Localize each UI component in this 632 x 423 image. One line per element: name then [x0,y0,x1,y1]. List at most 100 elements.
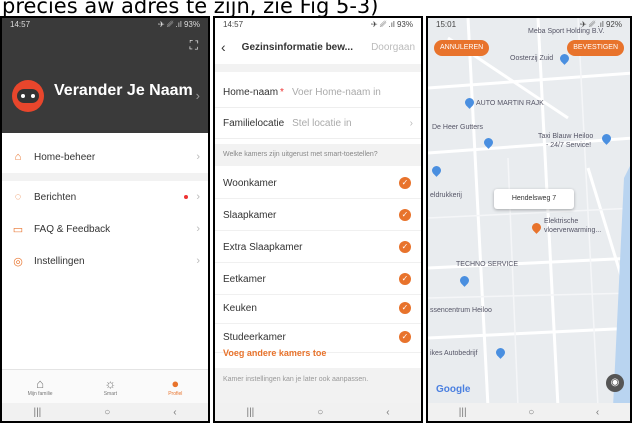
profile-tab-icon: ● [171,376,180,391]
chevron-right-icon[interactable]: › [196,88,200,103]
map-roads [428,18,630,407]
message-icon: ◌ [14,191,22,203]
room-label: Extra Slaapkamer [223,241,303,253]
faq-icon: ▭ [12,223,24,236]
robot-face-icon [17,89,39,103]
menu-item-instellingen[interactable]: ◎ Instellingen › [2,245,208,277]
map-label-taxi-service: - 24/7 Service! [546,142,592,149]
location-field[interactable]: Familielocatie Stel locatie in › [215,109,421,139]
room-item-keuken[interactable]: Keuken ✓ [215,293,421,324]
check-icon[interactable]: ✓ [399,241,411,253]
tab-profiel[interactable]: ● Profiel [168,376,182,397]
map-label-oosterzij: Oosterzij Zuid [510,55,554,62]
home-name-label: Home-naam [223,87,279,98]
my-location-icon[interactable]: ◉ [606,374,624,392]
top-bar: ‹ Gezinsinformatie bew... Doorgaan [215,32,421,62]
menu-item-label: Berichten [34,191,77,203]
notification-dot [184,195,188,199]
continue-button[interactable]: Doorgaan [371,42,415,53]
menu-group-2: ◌ Berichten › ▭ FAQ & Feedback › ◎ Inste… [2,181,208,277]
chevron-right-icon: › [196,223,200,235]
rooms-prompt: Welke kamers zijn uitgerust met smart-to… [215,144,421,166]
menu-item-label: Home-beheer [34,151,96,163]
room-item-slaapkamer[interactable]: Slaapkamer ✓ [215,200,421,231]
home-button-icon[interactable]: ○ [317,407,323,418]
chevron-right-icon: › [196,255,200,267]
divider [215,64,421,72]
location-input[interactable]: Stel locatie in [292,118,351,129]
home-button-icon[interactable]: ○ [104,407,110,418]
map-label-de-heer: De Heer Gutters [432,124,483,131]
tab-smart[interactable]: ☼ Smart [104,376,117,397]
status-time: 14:57 [223,20,244,29]
room-item-extra-slaapkamer[interactable]: Extra Slaapkamer ✓ [215,232,421,263]
map-label-autobedrijf: ikes Autobedrijf [430,350,478,357]
status-icons: ✈ ␥ .ıl 93% [370,20,413,29]
home-name-field[interactable]: Home-naam * Voer Home-naam in [215,78,421,108]
home-tab-icon: ⌂ [36,376,44,391]
status-time: 15:01 [436,20,457,29]
back-icon[interactable]: ‹ [173,407,176,418]
google-logo: Google [436,384,471,395]
map-screen: 15:01 ✈ ␥ .ıl 92% ANNULEREN BEVESTIGEN M… [426,16,632,423]
check-icon[interactable]: ✓ [399,273,411,285]
map-label-meba: Meba Sport Holding B.V. [528,28,605,35]
android-nav-bar: ||| ○ ‹ [428,403,630,421]
room-label: Woonkamer [223,177,277,189]
map-label-vloerverwarming: vloerverwarming... [544,227,602,234]
home-info-screen: 14:57 ✈ ␥ .ıl 93% ‹ Gezinsinformatie bew… [213,16,423,423]
map-label-taxi: Taxi Blauw Heiloo [538,133,594,140]
map-view[interactable]: 15:01 ✈ ␥ .ıl 92% ANNULEREN BEVESTIGEN M… [428,18,630,407]
user-name[interactable]: Verander Je Naam [54,82,193,100]
bottom-tab-bar: ⌂ Mijn familie ☼ Smart ● Profiel [2,369,208,403]
add-rooms-link[interactable]: Voeg andere kamers toe [223,348,326,358]
status-icons: ✈ ␥ .ıl 93% [157,20,200,29]
tab-mijn-familie[interactable]: ⌂ Mijn familie [28,376,53,397]
android-nav-bar: ||| ○ ‹ [2,403,208,421]
menu-group-1: ⌂ Home-beheer › [2,141,208,173]
profile-header: 14:57 ✈ ␥ .ıl 93% ⛶ Verander Je Naam › [2,18,208,133]
tab-label: Profiel [168,391,183,397]
home-name-input[interactable]: Voer Home-naam in [292,87,381,98]
confirm-button[interactable]: BEVESTIGEN [567,40,624,56]
recents-icon[interactable]: ||| [459,407,467,418]
android-nav-bar: ||| ○ ‹ [215,403,421,421]
menu-item-label: Instellingen [34,255,85,267]
status-bar: 14:57 ✈ ␥ .ıl 93% [215,18,421,32]
settings-icon: ◎ [13,255,23,268]
room-label: Studeerkamer [223,331,286,343]
check-icon[interactable]: ✓ [399,209,411,221]
location-label: Familielocatie [223,118,285,129]
map-label-auto-martin: AUTO MARTIN RAJK [476,100,544,107]
map-label-drukkerij: eldrukkerij [430,192,462,199]
recents-icon[interactable]: ||| [246,407,254,418]
cancel-button[interactable]: ANNULEREN [434,40,490,56]
back-icon[interactable]: ‹ [386,407,389,418]
divider [2,173,208,181]
check-icon[interactable]: ✓ [399,331,411,343]
address-callout[interactable]: Hendelsweg 7 [494,189,574,209]
home-icon: ⌂ [14,151,22,163]
home-button-icon[interactable]: ○ [528,407,534,418]
menu-item-berichten[interactable]: ◌ Berichten › [2,181,208,213]
back-arrow-icon[interactable]: ‹ [221,39,226,55]
room-item-woonkamer[interactable]: Woonkamer ✓ [215,168,421,199]
chevron-right-icon: › [196,151,200,163]
page-title: Gezinsinformatie bew... [241,41,353,53]
status-time: 14:57 [10,20,31,29]
recents-icon[interactable]: ||| [33,407,41,418]
footer-note: Kamer instellingen kan je later ook aanp… [215,368,421,406]
check-icon[interactable]: ✓ [399,177,411,189]
menu-item-faq[interactable]: ▭ FAQ & Feedback › [2,213,208,245]
check-icon[interactable]: ✓ [399,302,411,314]
required-marker: * [280,87,284,98]
menu-item-home-beheer[interactable]: ⌂ Home-beheer › [2,141,208,173]
scan-icon[interactable]: ⛶ [190,38,198,53]
chevron-right-icon: › [196,191,200,203]
avatar[interactable] [12,80,44,112]
map-label-elektrische: Elektrische [544,218,579,225]
profile-screen: 14:57 ✈ ␥ .ıl 93% ⛶ Verander Je Naam › ⌂… [0,16,210,423]
back-icon[interactable]: ‹ [596,407,599,418]
room-item-eetkamer[interactable]: Eetkamer ✓ [215,264,421,295]
tab-label: Smart [103,391,118,397]
